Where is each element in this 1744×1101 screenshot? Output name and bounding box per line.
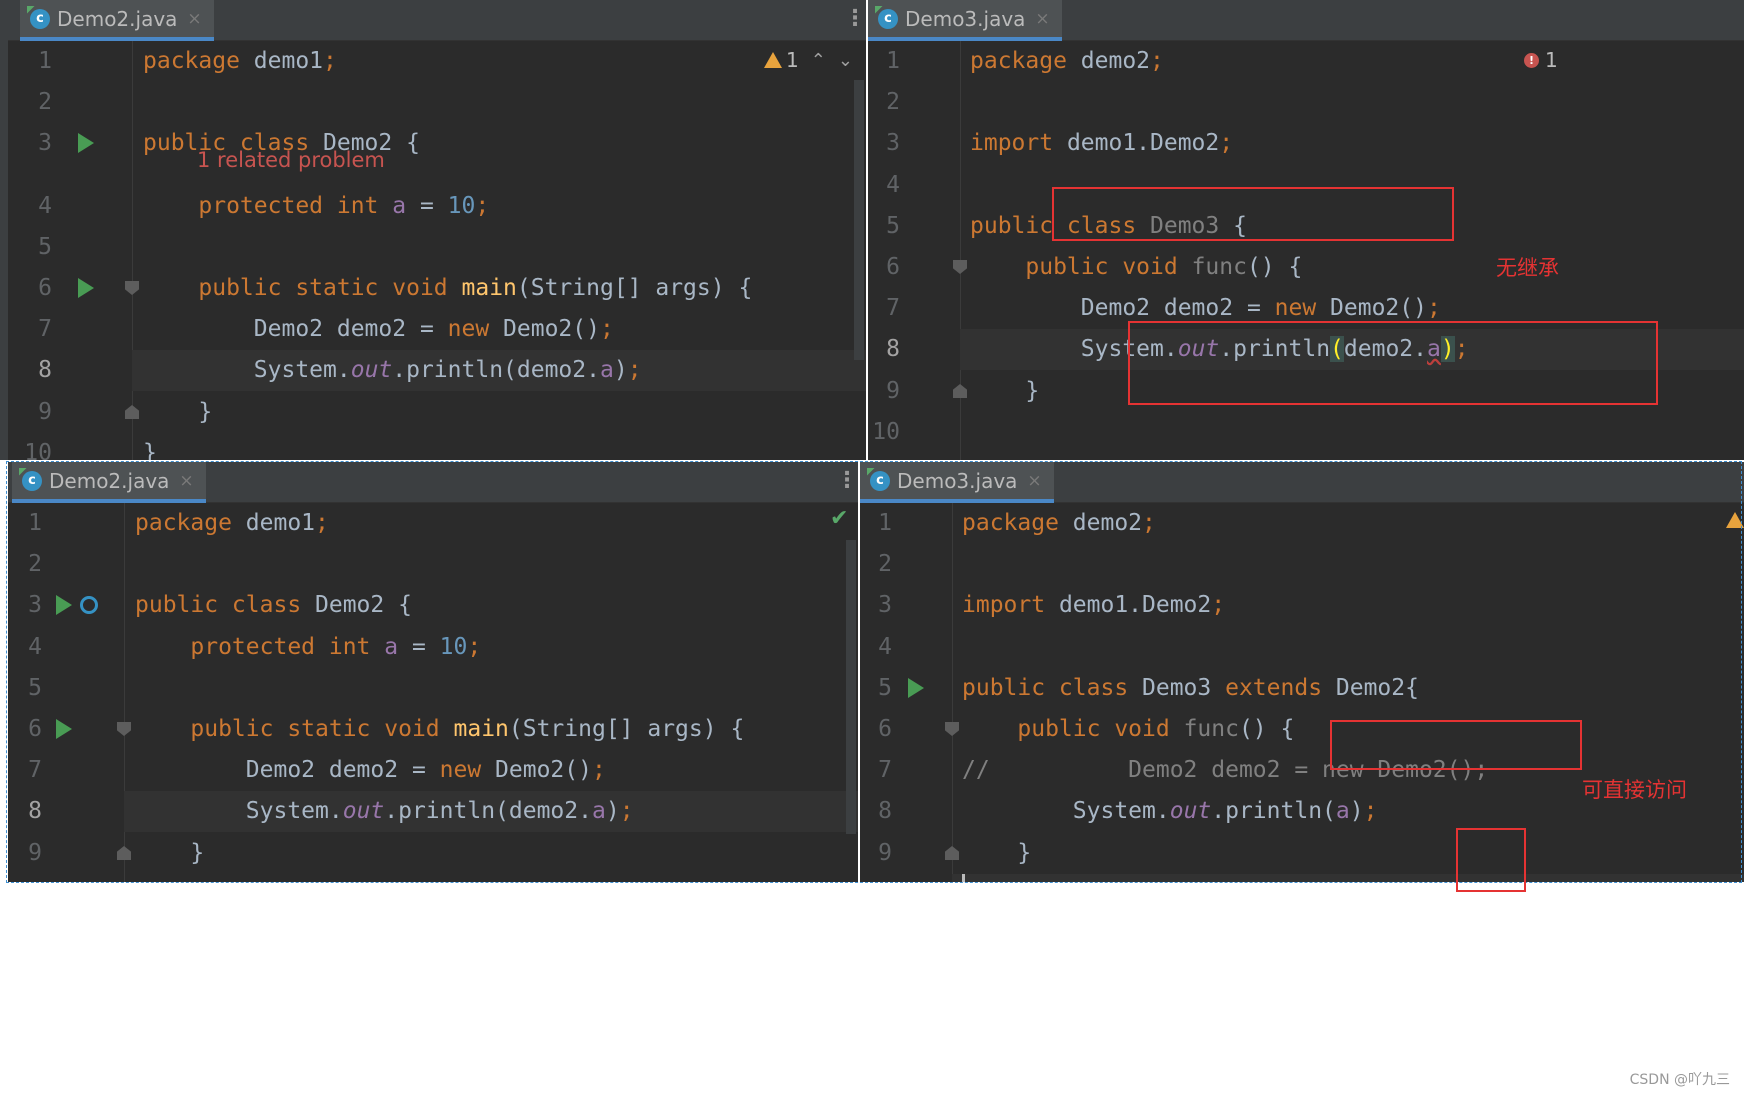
tab-label: Demo3.java bbox=[905, 6, 1026, 31]
run-icon[interactable] bbox=[78, 278, 94, 298]
code-line[interactable] bbox=[132, 82, 866, 123]
line-number: 8 bbox=[38, 357, 52, 383]
line-number: 2 bbox=[886, 89, 900, 115]
line-number: 10 bbox=[24, 440, 52, 460]
close-icon[interactable]: × bbox=[187, 9, 201, 29]
line-number: 7 bbox=[38, 316, 52, 342]
code-text[interactable]: } bbox=[970, 371, 1039, 412]
close-icon[interactable]: × bbox=[1035, 9, 1049, 29]
code-line[interactable] bbox=[132, 227, 866, 268]
annotation-box-field-access bbox=[1456, 828, 1526, 892]
line-number: 3 bbox=[886, 130, 900, 156]
code-editor[interactable]: 1 package demo1; 2 3 public class Demo2 {4 p… bbox=[8, 41, 866, 460]
error-indicator[interactable]: ! 1 bbox=[1524, 48, 1558, 72]
error-count: 1 bbox=[1545, 48, 1558, 72]
line-number: 1 bbox=[38, 48, 52, 74]
code-text[interactable]: public void func() { bbox=[970, 247, 1302, 288]
code-text[interactable]: package demo1; bbox=[143, 41, 337, 82]
code-text[interactable]: Demo2 demo2 = new Demo2(); bbox=[143, 309, 614, 350]
tab-bar: c Demo2.java × ⋮ bbox=[8, 0, 866, 41]
code-text[interactable]: } bbox=[143, 433, 157, 460]
annotation-box-class-declaration bbox=[1052, 187, 1454, 241]
line-number: 8 bbox=[886, 336, 900, 362]
line-number: 5 bbox=[38, 234, 52, 260]
tab-bar: c Demo3.java × bbox=[868, 0, 1744, 41]
split-selection-border bbox=[6, 461, 1742, 883]
vertical-scrollbar[interactable] bbox=[854, 80, 864, 360]
line-number: 6 bbox=[38, 275, 52, 301]
line-number: 9 bbox=[886, 378, 900, 404]
code-line[interactable] bbox=[132, 392, 866, 433]
line-number: 11 bbox=[868, 453, 900, 460]
tab-demo2-java[interactable]: c Demo2.java × bbox=[20, 0, 214, 41]
code-line[interactable] bbox=[132, 433, 866, 460]
line-number: 2 bbox=[38, 89, 52, 115]
code-line[interactable] bbox=[960, 82, 1744, 123]
line-number: 1 bbox=[886, 48, 900, 74]
code-text[interactable]: import demo1.Demo2; bbox=[970, 123, 1233, 164]
code-text[interactable]: public static void main(String[] args) { bbox=[143, 268, 752, 309]
warning-icon bbox=[764, 52, 782, 68]
code-text[interactable]: package demo2; bbox=[970, 41, 1164, 82]
chevron-up-icon[interactable]: ⌃ bbox=[811, 50, 826, 71]
related-problem-hint[interactable]: 1 related problem bbox=[197, 148, 385, 172]
code-text[interactable]: // public static void main(String[] args… bbox=[970, 453, 1579, 460]
watermark: CSDN @吖九三 bbox=[1629, 1072, 1730, 1088]
code-text[interactable]: } bbox=[143, 392, 212, 433]
line-number: 10 bbox=[872, 419, 900, 445]
warning-indicator[interactable]: 1 ⌃ ⌄ bbox=[764, 48, 853, 72]
code-text[interactable]: System.out.println(demo2.a); bbox=[143, 350, 642, 391]
line-number: 4 bbox=[38, 193, 52, 219]
annotation-box-extends bbox=[1330, 720, 1582, 770]
run-icon[interactable] bbox=[78, 133, 94, 153]
line-number: 4 bbox=[886, 172, 900, 198]
code-line[interactable] bbox=[960, 412, 1744, 453]
top-left-editor-pane: c Demo2.java × ⋮ 1 package demo1; 2 3 public… bbox=[8, 0, 866, 460]
java-class-icon: c bbox=[878, 8, 898, 29]
java-class-icon: c bbox=[30, 8, 50, 29]
error-icon: ! bbox=[1524, 52, 1539, 68]
annotation-note-no-inheritance: 无继承 bbox=[1496, 256, 1559, 280]
line-number: 5 bbox=[886, 213, 900, 239]
project-tool-strip[interactable] bbox=[0, 0, 8, 460]
annotation-note-direct-access: 可直接访问 bbox=[1582, 778, 1687, 802]
code-text[interactable]: protected int a = 10; bbox=[143, 186, 489, 227]
tab-demo3-java[interactable]: c Demo3.java × bbox=[868, 0, 1062, 41]
chevron-down-icon[interactable]: ⌄ bbox=[838, 50, 853, 71]
more-options-icon[interactable]: ⋮ bbox=[844, 8, 866, 30]
tab-label: Demo2.java bbox=[57, 6, 178, 31]
line-number: 9 bbox=[38, 399, 52, 425]
line-number: 7 bbox=[886, 295, 900, 321]
line-number: 6 bbox=[886, 254, 900, 280]
line-number: 3 bbox=[38, 130, 52, 156]
annotation-box-println-call bbox=[1128, 321, 1658, 405]
warning-count: 1 bbox=[786, 48, 799, 72]
